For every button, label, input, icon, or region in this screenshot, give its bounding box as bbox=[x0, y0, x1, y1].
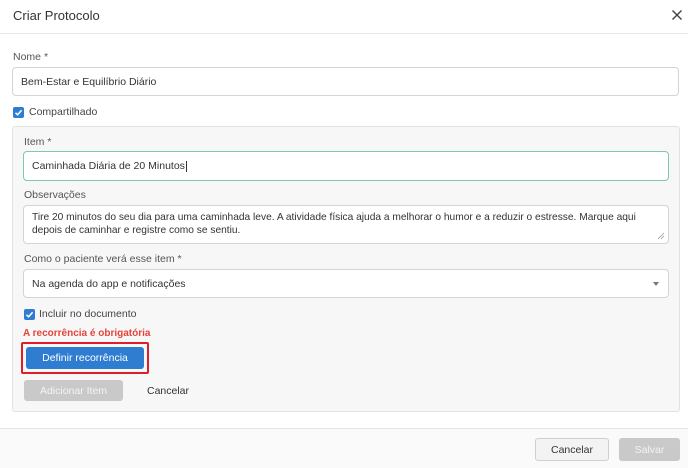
observacoes-label: Observações bbox=[24, 189, 86, 201]
item-input[interactable]: Caminhada Diária de 20 Minutos bbox=[23, 151, 669, 181]
visibility-value: Na agenda do app e notificações bbox=[32, 277, 186, 290]
incluir-checkbox[interactable] bbox=[24, 309, 35, 320]
close-icon[interactable] bbox=[670, 8, 684, 22]
compartilhado-checkbox[interactable] bbox=[13, 107, 24, 118]
observacoes-textarea[interactable]: Tire 20 minutos do seu dia para uma cami… bbox=[23, 205, 669, 244]
required-mark: * bbox=[177, 253, 182, 265]
visibility-label: Como o paciente verá esse item * bbox=[24, 253, 182, 265]
dialog-title: Criar Protocolo bbox=[13, 8, 100, 23]
visibility-select[interactable]: Na agenda do app e notificações bbox=[23, 269, 669, 298]
create-protocol-dialog: Criar Protocolo Nome * Bem-Estar e Equil… bbox=[0, 0, 688, 468]
chevron-down-icon bbox=[653, 282, 659, 286]
nome-label: Nome * bbox=[13, 51, 49, 63]
check-icon bbox=[25, 311, 34, 318]
incluir-label: Incluir no documento bbox=[39, 308, 137, 320]
salvar-button[interactable]: Salvar bbox=[619, 438, 680, 461]
adicionar-item-button[interactable]: Adicionar Item bbox=[24, 380, 123, 401]
required-mark: * bbox=[47, 136, 52, 148]
cancelar-button[interactable]: Cancelar bbox=[535, 438, 609, 461]
resize-grip-icon[interactable] bbox=[657, 232, 665, 240]
item-label: Item * bbox=[24, 136, 52, 148]
item-value: Caminhada Diária de 20 Minutos bbox=[32, 160, 185, 172]
dialog-header: Criar Protocolo bbox=[0, 0, 688, 34]
required-mark: * bbox=[43, 51, 49, 63]
nome-value: Bem-Estar e Equilíbrio Diário bbox=[21, 75, 157, 88]
nome-input[interactable]: Bem-Estar e Equilíbrio Diário bbox=[12, 67, 679, 96]
check-icon bbox=[14, 109, 23, 116]
compartilhado-label: Compartilhado bbox=[29, 106, 98, 118]
observacoes-value: Tire 20 minutos do seu dia para uma cami… bbox=[32, 212, 636, 236]
recurrence-error: A recorrência é obrigatória bbox=[23, 328, 151, 339]
text-caret bbox=[185, 160, 187, 172]
definir-recorrencia-button[interactable]: Definir recorrência bbox=[26, 347, 144, 369]
cancelar-item-link[interactable]: Cancelar bbox=[147, 385, 189, 397]
